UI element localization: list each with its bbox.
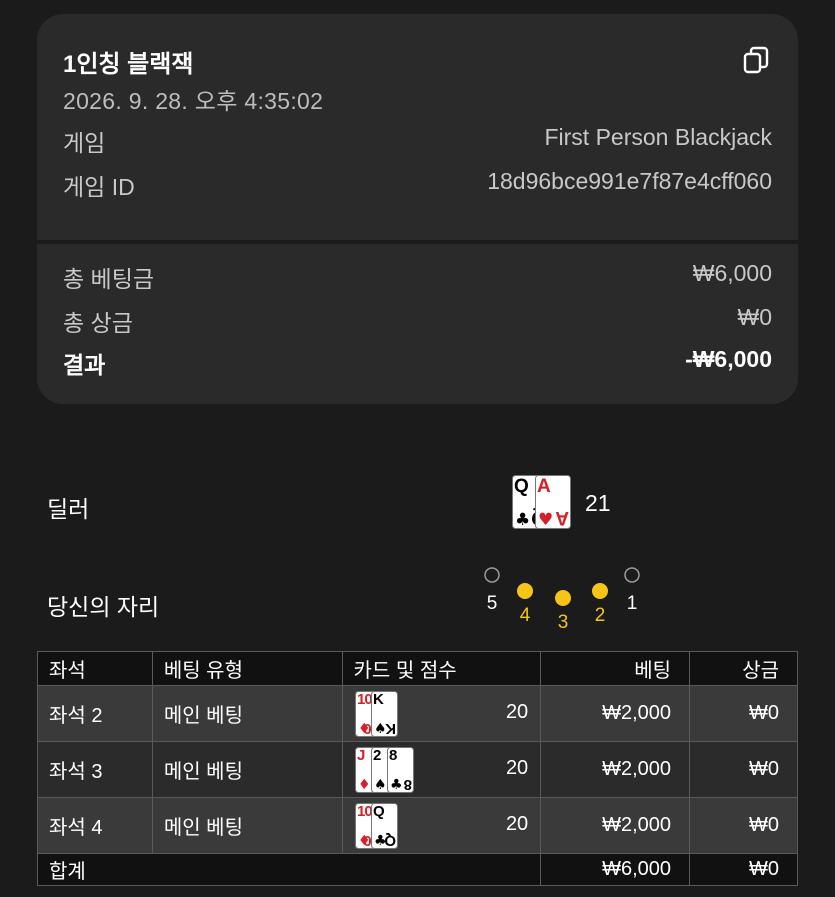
col-win-header: 상금: [689, 651, 798, 686]
total-win-cell: ₩0: [689, 853, 798, 886]
cards-cell: J♦J2♠28♣8 20: [341, 741, 542, 798]
seat-number: 3: [558, 612, 569, 633]
your-seats-label: 당신의 자리: [47, 594, 160, 620]
seat-number: 4: [520, 605, 531, 626]
seat-dot: [484, 567, 500, 583]
bet-cell: ₩2,000: [540, 741, 691, 798]
hand-score: 20: [505, 813, 529, 835]
result-value: -₩6,000: [685, 346, 772, 372]
dealer-score: 21: [585, 490, 611, 516]
col-bet-type-header: 베팅 유형: [151, 651, 343, 686]
hand-cards: J♦J2♠28♣8: [354, 747, 414, 793]
table-row: 좌석 3 메인 베팅 J♦J2♠28♣8 20 ₩2,000 ₩0: [37, 741, 798, 798]
table-header-row: 좌석 베팅 유형 카드 및 점수 베팅 상금: [37, 651, 798, 686]
card-rank: K: [373, 691, 384, 708]
game-id-value: 18d96bce991e7f87e4cff060: [487, 168, 772, 194]
total-label: 합계: [36, 853, 542, 886]
total-win-label: 총 상금: [63, 310, 133, 336]
card-rank: 2: [373, 747, 381, 764]
card-suit: ♠: [374, 777, 387, 793]
seat-dot: [592, 583, 608, 599]
card-suit: ♣: [515, 510, 530, 529]
round-datetime: 2026. 9. 28. 오후 4:35:02: [63, 88, 324, 114]
dealer-label: 딜러: [47, 496, 90, 522]
table-row: 좌석 4 메인 베팅 10♦10Q♣Q 20 ₩2,000 ₩0: [37, 797, 798, 854]
bet-type-cell: 메인 베팅: [151, 685, 343, 742]
card-rank-inverted: 8: [403, 776, 411, 793]
card-rank: Q: [514, 476, 528, 497]
summary-divider: [37, 240, 798, 244]
card-rank: J: [357, 747, 365, 764]
total-bet-cell: ₩6,000: [540, 853, 691, 886]
bets-table: 좌석 베팅 유형 카드 및 점수 베팅 상금 좌석 2 메인 베팅 10♦10K…: [36, 651, 798, 886]
seat-dot: [517, 583, 533, 599]
bet-type-cell: 메인 베팅: [151, 741, 343, 798]
col-cards-header: 카드 및 점수: [341, 651, 542, 686]
col-seat-header: 좌석: [37, 651, 153, 686]
playing-card: K♠K: [370, 691, 398, 737]
card-rank-inverted: Q: [384, 832, 396, 849]
playing-card: Q♣Q: [370, 803, 398, 849]
col-bet-header: 베팅: [540, 651, 691, 686]
seat-number: 2: [595, 605, 606, 626]
total-row: 합계 ₩6,000 ₩0: [36, 853, 798, 886]
seat-cell: 좌석 2: [37, 685, 153, 742]
total-bet-label: 총 베팅금: [63, 266, 155, 292]
bet-cell: ₩2,000: [540, 797, 691, 854]
seat-number: 5: [487, 593, 498, 614]
card-rank-inverted: K: [385, 720, 396, 737]
seat-number: 1: [627, 593, 638, 614]
hand-score: 20: [505, 757, 529, 779]
total-bet-value: ₩6,000: [692, 260, 772, 286]
copy-icon[interactable]: [741, 45, 771, 75]
card-suit: ♠: [374, 721, 387, 737]
seat-map: 5 4 3 21: [484, 567, 640, 633]
hand-score: 20: [505, 701, 529, 723]
round-summary-card: 1인칭 블랙잭 2026. 9. 28. 오후 4:35:02 게임 First…: [37, 14, 798, 404]
win-cell: ₩0: [689, 741, 798, 798]
cards-cell: 10♦10Q♣Q 20: [341, 797, 542, 854]
playing-card: 8♣ 8: [386, 747, 414, 793]
hand-cards: 10♦10Q♣Q: [354, 803, 398, 849]
result-label: 결과: [63, 352, 106, 378]
card-suit: ♥: [538, 510, 553, 529]
win-cell: ₩0: [689, 797, 798, 854]
game-value: First Person Blackjack: [544, 124, 772, 150]
hand-cards: 10♦10K♠K: [354, 691, 398, 737]
game-label: 게임: [63, 130, 106, 156]
card-rank: A: [537, 476, 551, 497]
card-rank-inverted: A: [555, 507, 569, 528]
bet-cell: ₩2,000: [540, 685, 691, 742]
card-rank: 10: [357, 691, 372, 708]
game-title: 1인칭 블랙잭: [63, 51, 194, 78]
seat-cell: 좌석 3: [37, 741, 153, 798]
seat-dot: [555, 590, 571, 606]
seat-cell: 좌석 4: [37, 797, 153, 854]
card-suit: ♣: [390, 777, 403, 793]
playing-card: A♥ A: [535, 475, 571, 529]
card-rank: 10: [357, 803, 372, 820]
bet-type-cell: 메인 베팅: [151, 797, 343, 854]
game-id-label: 게임 ID: [63, 174, 135, 200]
total-win-value: ₩0: [737, 304, 773, 330]
card-suit: ♦: [358, 777, 371, 793]
dealer-cards: Q♣QA♥A: [512, 475, 571, 529]
card-rank: Q: [373, 803, 385, 820]
win-cell: ₩0: [689, 685, 798, 742]
table-row: 좌석 2 메인 베팅 10♦10K♠K 20 ₩2,000 ₩0: [37, 685, 798, 742]
card-rank: 8: [389, 747, 397, 764]
seat-dot: [624, 567, 640, 583]
cards-cell: 10♦10K♠K 20: [341, 685, 542, 742]
